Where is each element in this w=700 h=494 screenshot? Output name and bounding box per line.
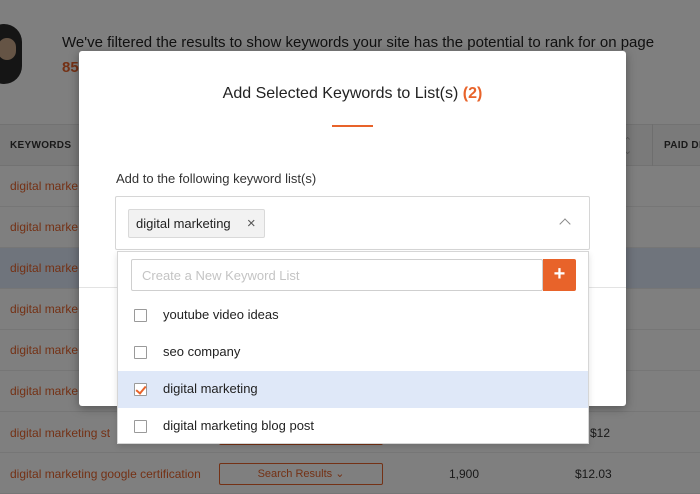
selected-list-tag: digital marketing ×: [128, 209, 265, 238]
modal-title-text: Add Selected Keywords to List(s): [222, 85, 459, 102]
new-list-input[interactable]: [131, 259, 543, 291]
option-checkbox[interactable]: [134, 346, 147, 359]
close-icon[interactable]: ×: [247, 210, 256, 237]
option-checkbox[interactable]: [134, 420, 147, 433]
modal-title: Add Selected Keywords to List(s) (2): [79, 85, 626, 103]
list-option[interactable]: seo company: [118, 334, 588, 371]
selected-count: (2): [462, 85, 483, 102]
option-checkbox[interactable]: [134, 383, 147, 396]
list-option[interactable]: youtube video ideas: [118, 297, 588, 334]
option-label: youtube video ideas: [163, 307, 279, 322]
option-label: digital marketing: [163, 381, 258, 396]
keyword-list-dropdown: + youtube video ideas seo company digita…: [117, 251, 589, 444]
option-label: digital marketing blog post: [163, 418, 315, 433]
title-underline: [332, 125, 373, 127]
option-checkbox[interactable]: [134, 309, 147, 322]
list-option[interactable]: digital marketing: [118, 371, 588, 408]
chevron-up-icon[interactable]: [559, 218, 571, 230]
list-option[interactable]: digital marketing blog post: [118, 408, 588, 445]
keyword-list-label: Add to the following keyword list(s): [116, 171, 317, 186]
option-label: seo company: [163, 344, 241, 359]
keyword-list-select[interactable]: digital marketing ×: [115, 196, 590, 250]
add-list-button[interactable]: +: [543, 259, 576, 291]
tag-label: digital marketing: [136, 216, 231, 231]
